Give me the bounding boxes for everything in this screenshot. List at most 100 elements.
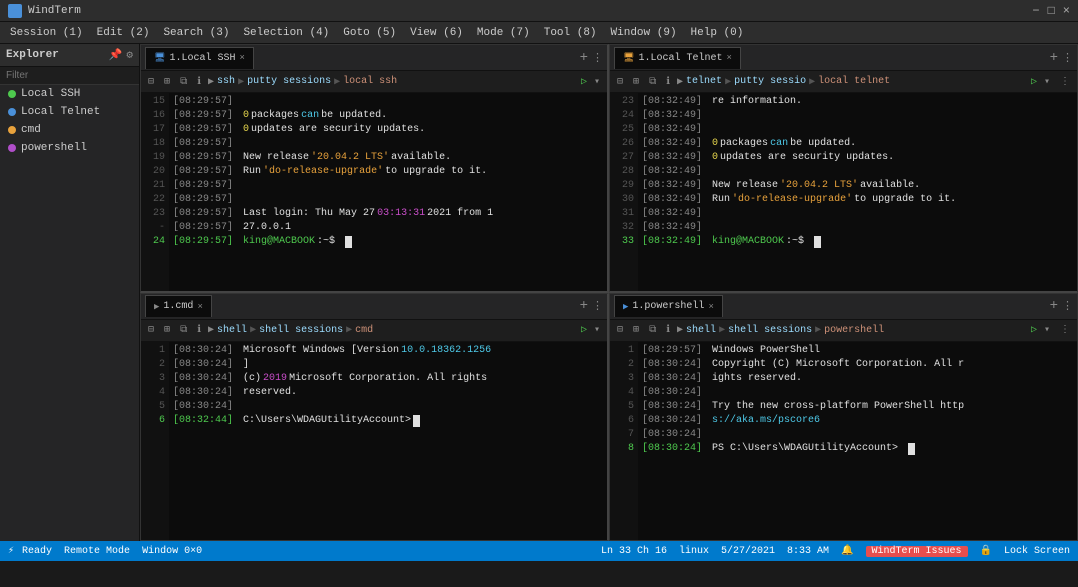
ps-split-v-btn[interactable]: ⊞ (630, 323, 642, 337)
ps-overflow-btn[interactable]: ⋮ (1057, 323, 1073, 337)
telnet-run-btn[interactable]: ▷ (1031, 76, 1037, 88)
tab-ps-more[interactable]: ⋮ (1062, 299, 1073, 313)
sidebar-filter-input[interactable] (0, 67, 139, 85)
ps-line-7: [08:30:24] (642, 428, 1073, 442)
bread-ssh-1[interactable]: ssh (217, 76, 235, 87)
cmd-split-v-btn[interactable]: ⊞ (161, 323, 173, 337)
bread-telnet-1[interactable]: telnet (686, 76, 722, 87)
ps-split-h-btn[interactable]: ⊟ (614, 323, 626, 337)
telnet-overflow-btn[interactable]: ⋮ (1057, 75, 1073, 89)
tab-cmd-more[interactable]: ⋮ (592, 299, 603, 313)
menu-mode[interactable]: Mode (7) (471, 25, 536, 41)
terminal-telnet-content[interactable]: 23 24 25 26 27 28 29 30 31 32 33 [08:32:… (610, 93, 1077, 291)
bread-telnet-3[interactable]: local telnet (818, 76, 890, 87)
cmd-info-btn[interactable]: ℹ (194, 323, 204, 337)
telnet-info-btn[interactable]: ℹ (663, 75, 673, 89)
sidebar-item-powershell[interactable]: powershell (0, 139, 139, 157)
terminal-ssh-content[interactable]: 15 16 17 18 19 20 21 22 23 - 24 [08:29:5… (141, 93, 607, 291)
bread-cmd-1[interactable]: shell (217, 325, 247, 336)
ssh-split-h-btn[interactable]: ⊟ (145, 75, 157, 89)
terminal-cmd-lines[interactable]: [08:30:24] Microsoft Windows [Version 10… (169, 342, 607, 541)
cmd-run-btn[interactable]: ▷ (581, 324, 587, 336)
sidebar-item-local-ssh[interactable]: Local SSH (0, 85, 139, 103)
tab-local-telnet[interactable]: 🖥 1.Local Telnet × (614, 47, 741, 69)
menu-bar: Session (1) Edit (2) Search (3) Selectio… (0, 22, 1078, 44)
bread-ps-3[interactable]: powershell (824, 325, 884, 336)
status-lock-icon[interactable]: 🔒 (980, 545, 992, 557)
sidebar-item-cmd[interactable]: cmd (0, 121, 139, 139)
terminal-ps-lines[interactable]: [08:29:57] Windows PowerShell [08:30:24]… (638, 342, 1077, 541)
telnet-line-32: [08:32:49] (642, 221, 1073, 235)
tab-local-ssh[interactable]: 🖥 1.Local SSH × (145, 47, 254, 69)
ssh-copy-btn[interactable]: ⧉ (177, 75, 190, 89)
tab-local-ssh-close[interactable]: × (239, 53, 244, 63)
menu-help[interactable]: Help (0) (685, 25, 750, 41)
cmd-line-4: [08:30:24] reserved. (173, 386, 603, 400)
maximize-button[interactable]: □ (1048, 4, 1055, 18)
ssh-line-23: [08:29:57] Last login: Thu May 27 03:13:… (173, 207, 603, 221)
bread-telnet-2[interactable]: putty sessio (734, 76, 806, 87)
status-lock-screen[interactable]: Lock Screen (1004, 546, 1070, 557)
tab-powershell[interactable]: ▶ 1.powershell × (614, 295, 723, 317)
sidebar-settings-icon[interactable]: ⚙ (126, 48, 133, 62)
sidebar-dot-local-ssh (8, 90, 16, 98)
telnet-copy-btn[interactable]: ⧉ (646, 75, 659, 89)
ps-dropdown-btn[interactable]: ▾ (1041, 323, 1053, 337)
telnet-split-h-btn[interactable]: ⊟ (614, 75, 626, 89)
terminal-telnet-lines[interactable]: [08:32:49] re information. [08:32:49] [0… (638, 93, 1077, 291)
cmd-line-numbers: 1 2 3 4 5 6 (141, 342, 169, 541)
tab-telnet-close[interactable]: × (726, 53, 731, 63)
tab-ssh-more[interactable]: ⋮ (592, 51, 603, 65)
tab-cmd[interactable]: ▶ 1.cmd × (145, 295, 212, 317)
telnet-dropdown-btn[interactable]: ▾ (1041, 75, 1053, 89)
bread-ssh-2[interactable]: putty sessions (247, 76, 331, 87)
ssh-split-v-btn[interactable]: ⊞ (161, 75, 173, 89)
sidebar-item-local-telnet[interactable]: Local Telnet (0, 103, 139, 121)
terminal-powershell: ▶ 1.powershell × + ⋮ ⊟ ⊞ ⧉ ℹ ▶ shell ▶ s… (609, 293, 1078, 542)
telnet-bread-sep: ▶ (677, 76, 683, 88)
minimize-button[interactable]: − (1032, 4, 1039, 18)
close-button[interactable]: × (1063, 4, 1070, 18)
menu-session[interactable]: Session (1) (4, 25, 89, 41)
bread-cmd-3[interactable]: cmd (355, 325, 373, 336)
ps-info-btn[interactable]: ℹ (663, 323, 673, 337)
tab-ssh-add[interactable]: + (580, 50, 588, 66)
bread-ssh-3[interactable]: local ssh (343, 76, 397, 87)
status-issues[interactable]: WindTerm Issues (866, 546, 968, 557)
menu-view[interactable]: View (6) (404, 25, 469, 41)
tab-cmd-close[interactable]: × (197, 302, 202, 312)
bread-ps-1[interactable]: shell (686, 325, 716, 336)
terminal-ssh-lines[interactable]: [08:29:57] [08:29:57] 0 packages can be … (169, 93, 607, 291)
telnet-split-v-btn[interactable]: ⊞ (630, 75, 642, 89)
ssh-line-19: [08:29:57] New release '20.04.2 LTS' ava… (173, 151, 603, 165)
tab-telnet-more[interactable]: ⋮ (1062, 51, 1073, 65)
bread-cmd-2[interactable]: shell sessions (259, 325, 343, 336)
cmd-dropdown-btn[interactable]: ▾ (591, 323, 603, 337)
status-ready: Ready (22, 546, 52, 557)
ps-run-btn[interactable]: ▷ (1031, 324, 1037, 336)
menu-selection[interactable]: Selection (4) (237, 25, 335, 41)
menu-edit[interactable]: Edit (2) (91, 25, 156, 41)
menu-window[interactable]: Window (9) (605, 25, 683, 41)
ps-copy-btn[interactable]: ⧉ (646, 323, 659, 337)
status-lightning-icon[interactable]: ⚡ (8, 545, 14, 557)
menu-search[interactable]: Search (3) (157, 25, 235, 41)
ssh-run-btn[interactable]: ▷ (581, 76, 587, 88)
cmd-split-h-btn[interactable]: ⊟ (145, 323, 157, 337)
sidebar-pin-icon[interactable]: 📌 (109, 48, 123, 62)
ssh-dropdown-btn[interactable]: ▾ (591, 75, 603, 89)
menu-goto[interactable]: Goto (5) (337, 25, 402, 41)
telnet-line-25: [08:32:49] (642, 123, 1073, 137)
window-controls: − □ × (1032, 4, 1070, 18)
terminal-cmd-content[interactable]: 1 2 3 4 5 6 [08:30:24] Microsoft Windows… (141, 342, 607, 541)
ssh-info-btn[interactable]: ℹ (194, 75, 204, 89)
tab-telnet-add[interactable]: + (1050, 50, 1058, 66)
terminal-ps-content[interactable]: 1 2 3 4 5 6 7 8 [08:29:57] Windows Power… (610, 342, 1077, 541)
tab-cmd-add[interactable]: + (580, 298, 588, 314)
menu-tool[interactable]: Tool (8) (538, 25, 603, 41)
tab-ps-add[interactable]: + (1050, 298, 1058, 314)
bread-ps-2[interactable]: shell sessions (728, 325, 812, 336)
cmd-copy-btn[interactable]: ⧉ (177, 323, 190, 337)
tab-ps-close[interactable]: × (708, 302, 713, 312)
terminal-ps-tabbar: ▶ 1.powershell × + ⋮ (610, 294, 1077, 320)
